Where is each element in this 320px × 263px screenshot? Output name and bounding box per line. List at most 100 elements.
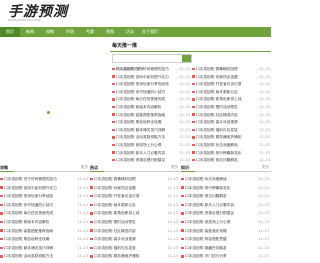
list-item[interactable]: 口手游回购 游戏中如何提升实力 11-13 [0, 183, 90, 193]
list-item[interactable]: 口手游回购 限时活动预告 11-13 [90, 217, 180, 227]
list-item-title[interactable]: 口手游回购 常见问题解答 [196, 158, 238, 162]
list-item-title[interactable]: 口手游回购 你不知道的小技巧 [4, 203, 53, 207]
list-item-title[interactable]: 口手游回购 福利礼包发放 [196, 128, 238, 132]
list-item-title[interactable]: 口手游回购 装备强化攻略 [185, 229, 227, 233]
list-item[interactable]: 口手游回购 新手入门必看内容 11-13 [181, 200, 271, 210]
more-link[interactable]: 更多 [262, 163, 269, 172]
list-item-title[interactable]: 口手游回购 新角色即将上线 [196, 97, 241, 101]
list-item[interactable]: 口手游回购 新版本内容解析 11-13 [0, 217, 90, 227]
list-item-title[interactable]: 口手游回购 活动奖励领取方法 [116, 135, 165, 139]
list-item[interactable]: 口手游回购 竞技场上分心得 11-13 [181, 217, 271, 227]
list-item[interactable]: 口手游回购 隐藏任务触发 11-13 [181, 243, 271, 253]
more-link[interactable]: 更多 [81, 163, 88, 172]
search-button[interactable] [182, 55, 191, 62]
list-item[interactable]: 口手游回购 版本更新公告 11-13 [192, 88, 270, 97]
nav-item-news[interactable]: 新闻 [20, 27, 40, 37]
list-item[interactable]: 口手游回购 关于时间管理的技巧 11-13 [0, 175, 90, 184]
nav-item-home[interactable]: 首页 [0, 27, 20, 37]
list-item[interactable]: 口手游回购 高手对战视频 11-13 [90, 235, 180, 244]
list-item[interactable]: 口手游回购 玩法深度解读 11-13 [181, 175, 271, 184]
list-item[interactable]: 口手游回购 玩家热议话题 11-13 [192, 73, 270, 82]
list-item[interactable]: 口手游回购 角色培养全攻略 11-13 [112, 119, 190, 127]
list-item-title[interactable]: 口手游回购 服务器维护通知 [94, 254, 139, 258]
list-item[interactable]: 口手游回购 赛事精彩回顾 11-13 [192, 66, 270, 74]
list-item[interactable]: 口手游回购 你不知道的小技巧 11-13 [112, 88, 190, 97]
more-link[interactable]: 更多 [171, 163, 178, 172]
list-item[interactable]: 口手游回购 版本更新公告 11-13 [90, 200, 180, 210]
list-item[interactable]: 口手游回购 玩法深度解读 11-13 [192, 141, 270, 150]
list-item[interactable]: 口手游回购 赛事精彩回顾 11-13 [90, 175, 180, 184]
list-item-title[interactable]: 口手游回购 福利礼包发放 [94, 246, 136, 250]
list-item[interactable]: 口手游回购 装备强化攻略 11-13 [181, 226, 271, 236]
list-item-title[interactable]: 口手游回购 资源合理分配建议 [116, 158, 165, 162]
list-item-title[interactable]: 口手游回购 版本更新公告 [196, 90, 238, 94]
list-item[interactable]: 口手游回购 新角色即将上线 11-13 [192, 96, 270, 104]
list-item-title[interactable]: 口手游回购 每日任务快速完成 [4, 211, 53, 215]
list-item[interactable]: 口手游回购 福利礼包发放 11-13 [192, 126, 270, 135]
list-item-title[interactable]: 口手游回购 副本通关技巧详解 [116, 128, 165, 132]
list-item[interactable]: 口手游回购 关于时间管理的技巧 11-13 [112, 66, 190, 74]
list-item[interactable]: 口手游回购 游戏中如何提升实力 11-13 [112, 73, 190, 82]
list-item[interactable]: 口手游回购 排行榜最新变化 11-13 [181, 183, 271, 193]
list-item[interactable]: 口手游回购 资深玩家分享经验 11-13 [0, 192, 90, 201]
list-item[interactable]: 口手游回购 活动奖励领取方法 11-13 [112, 134, 190, 142]
list-item-title[interactable]: 口手游回购 玩家热议话题 [94, 186, 136, 190]
list-item[interactable]: 口手游回购 福利礼包发放 11-13 [90, 243, 180, 253]
list-item-title[interactable]: 口手游回购 服务器维护通知 [196, 135, 241, 139]
list-item[interactable]: 口手游回购 装备搭配推荐指南 11-13 [112, 111, 190, 120]
list-item-title[interactable]: 口手游回购 角色培养全攻略 [116, 120, 161, 124]
nav-item-reviews[interactable]: 评测 [60, 27, 80, 37]
list-item[interactable]: 口手游回购 服务器维护通知 11-13 [90, 252, 180, 261]
list-item-title[interactable]: 口手游回购 隐藏任务触发 [185, 246, 227, 250]
list-item[interactable]: 口手游回购 新手入门必看内容 11-13 [112, 149, 190, 158]
list-item[interactable]: 口手游回购 新角色即将上线 11-13 [90, 209, 180, 218]
list-item-title[interactable]: 口手游回购 新版本内容解析 [4, 220, 49, 224]
list-item[interactable]: 口手游回购 玩家热议话题 11-13 [90, 183, 180, 193]
list-item[interactable]: 口手游回购 冷门技巧分享 11-13 [181, 252, 271, 261]
list-item[interactable]: 口手游回购 社区精选内容 11-13 [90, 226, 180, 236]
list-item-title[interactable]: 口手游回购 常见问题解答 [185, 194, 227, 198]
list-item[interactable]: 口手游回购 高手对战视频 11-13 [192, 119, 270, 127]
list-item-title[interactable]: 口手游回购 高手对战视频 [94, 237, 136, 241]
list-item-title[interactable]: 口手游回购 资源合理分配建议 [185, 211, 234, 215]
list-item-title[interactable]: 口手游回购 竞技场上分心得 [185, 220, 230, 224]
list-item-title[interactable]: 口手游回购 副本通关技巧详解 [4, 246, 53, 250]
list-item[interactable]: 口手游回购 开发者访谈记录 11-13 [192, 81, 270, 89]
nav-item-topics[interactable]: 专题 [80, 27, 100, 37]
list-item-title[interactable]: 口手游回购 玩法深度解读 [196, 143, 238, 147]
list-item[interactable]: 口手游回购 每日任务快速完成 11-13 [0, 209, 90, 218]
nav-item-videos[interactable]: 视频 [100, 27, 120, 37]
list-item-title[interactable]: 口手游回购 新角色即将上线 [94, 211, 139, 215]
list-item[interactable]: 口手游回购 开发者访谈记录 11-13 [90, 192, 180, 201]
list-item[interactable]: 口手游回购 副本通关技巧详解 11-13 [112, 126, 190, 135]
list-item-title[interactable]: 口手游回购 赛事精彩回顾 [94, 177, 136, 181]
list-item[interactable]: 口手游回购 资源合理分配建议 11-13 [181, 209, 271, 218]
list-item-title[interactable]: 口手游回购 装备搭配推荐指南 [4, 229, 53, 233]
list-item-title[interactable]: 口手游回购 新手入门必看内容 [185, 203, 234, 207]
list-item-title[interactable]: 口手游回购 关于时间管理的技巧 [4, 177, 57, 181]
list-item-title[interactable]: 口手游回购 角色培养全攻略 [4, 237, 49, 241]
list-item-title[interactable]: 口手游回购 限时活动预告 [94, 220, 136, 224]
list-item-title[interactable]: 口手游回购 新手入门必看内容 [116, 151, 165, 155]
list-item-title[interactable]: 口手游回购 玩法深度解读 [185, 177, 227, 181]
list-item-title[interactable]: 口手游回购 版本更新公告 [94, 203, 136, 207]
nav-item-about[interactable]: 关于我们 [140, 27, 160, 37]
list-item[interactable]: 口手游回购 角色培养全攻略 11-13 [0, 235, 90, 244]
nav-item-guides[interactable]: 攻略 [40, 27, 60, 37]
list-item[interactable]: 口手游回购 阵容搭配思路 11-13 [181, 235, 271, 244]
list-item[interactable]: 口手游回购 装备搭配推荐指南 11-13 [0, 226, 90, 236]
list-item-title[interactable]: 口手游回购 新版本内容解析 [116, 105, 161, 109]
list-item-title[interactable]: 口手游回购 开发者访谈记录 [196, 82, 241, 86]
list-item[interactable]: 口手游回购 服务器维护通知 11-13 [192, 134, 270, 142]
list-item[interactable]: 口手游回购 限时活动预告 11-13 [192, 103, 270, 112]
list-item-title[interactable]: 口手游回购 社区精选内容 [196, 113, 238, 117]
list-item-title[interactable]: 口手游回购 开发者访谈记录 [94, 194, 139, 198]
list-item-title[interactable]: 口手游回购 阵容搭配思路 [185, 237, 227, 241]
list-item[interactable]: 口手游回购 活动奖励领取方法 11-13 [0, 252, 90, 261]
list-item-title[interactable]: 口手游回购 玩家热议话题 [196, 75, 238, 79]
list-item[interactable]: 口手游回购 竞技场上分心得 11-13 [112, 141, 190, 150]
list-item-title[interactable]: 口手游回购 游戏中如何提升实力 [116, 75, 169, 79]
list-item-title[interactable]: 口手游回购 排行榜最新变化 [185, 186, 230, 190]
list-item[interactable]: 口手游回购 社区精选内容 11-13 [192, 111, 270, 120]
list-item-title[interactable]: 口手游回购 关于时间管理的技巧 [116, 67, 169, 71]
